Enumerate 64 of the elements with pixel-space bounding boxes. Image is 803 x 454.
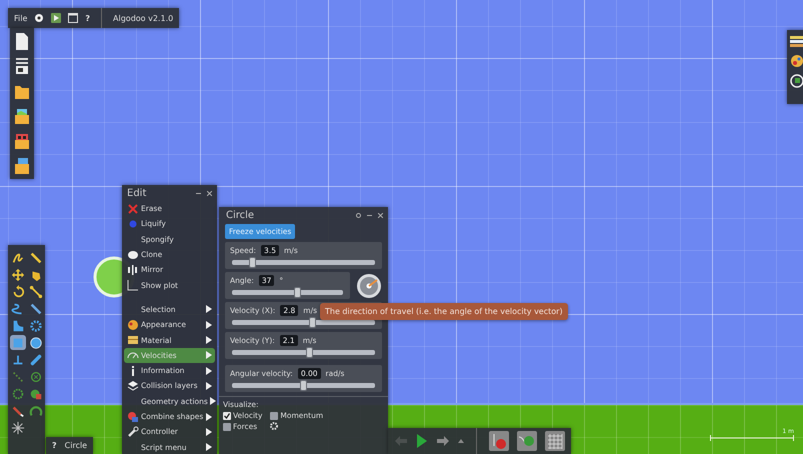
mirror-icon bbox=[127, 264, 139, 276]
play-icon[interactable] bbox=[51, 13, 62, 23]
anchor-icon[interactable] bbox=[10, 352, 24, 366]
pill-icon[interactable] bbox=[28, 352, 42, 366]
blob-icon bbox=[127, 248, 139, 261]
help-button[interactable]: ? bbox=[52, 441, 57, 450]
caret-icon[interactable] bbox=[458, 439, 464, 443]
slider[interactable] bbox=[232, 260, 375, 265]
wheel-icon[interactable] bbox=[28, 404, 42, 418]
version-label: Algodoo v2.1.0 bbox=[113, 14, 174, 22]
minimize-icon[interactable] bbox=[196, 191, 201, 196]
sketch-icon[interactable] bbox=[10, 250, 24, 264]
close-icon[interactable] bbox=[378, 213, 383, 218]
menu-title: Edit bbox=[127, 188, 146, 199]
circle-icon[interactable] bbox=[28, 336, 42, 350]
folder-icon[interactable] bbox=[14, 157, 30, 175]
slider-thumb[interactable] bbox=[300, 380, 307, 391]
checkbox[interactable] bbox=[223, 412, 231, 420]
drawer-icon[interactable] bbox=[14, 57, 30, 75]
help-button[interactable]: ? bbox=[85, 14, 90, 22]
dial-icon[interactable] bbox=[356, 272, 382, 298]
dot-icon bbox=[127, 218, 139, 230]
slider-thumb[interactable] bbox=[306, 347, 313, 358]
minimize-icon[interactable] bbox=[367, 213, 372, 218]
close-icon[interactable] bbox=[207, 191, 212, 196]
panel-title: Circle bbox=[226, 210, 254, 221]
palette-icon bbox=[127, 318, 139, 331]
polygon-icon[interactable] bbox=[10, 318, 24, 332]
checkbox[interactable] bbox=[223, 422, 231, 430]
line-icon[interactable] bbox=[28, 284, 42, 298]
folder-icon[interactable] bbox=[14, 107, 30, 125]
plot-icon bbox=[127, 279, 139, 292]
chain-icon[interactable] bbox=[10, 370, 24, 384]
slider-thumb[interactable] bbox=[308, 317, 316, 328]
file-menu[interactable]: File bbox=[14, 14, 28, 22]
stripes-icon[interactable] bbox=[790, 36, 803, 48]
material-icon bbox=[127, 334, 139, 346]
slider[interactable] bbox=[232, 350, 375, 355]
slider[interactable] bbox=[232, 383, 375, 388]
tool-name: Circle bbox=[64, 441, 88, 450]
document-icon[interactable] bbox=[14, 32, 30, 50]
spring-icon[interactable] bbox=[10, 302, 24, 316]
tooltip: The direction of travel (i.e. the angle of the velocity vector) bbox=[320, 303, 568, 320]
slider[interactable] bbox=[232, 320, 375, 325]
target-icon[interactable] bbox=[28, 370, 42, 384]
move-icon[interactable] bbox=[10, 268, 24, 282]
redo-icon[interactable] bbox=[436, 435, 450, 447]
rod-icon[interactable] bbox=[28, 302, 42, 316]
shapes-icon bbox=[127, 410, 139, 422]
wrench-icon bbox=[127, 426, 139, 438]
ring-icon[interactable] bbox=[10, 386, 24, 400]
palette-icon[interactable] bbox=[790, 54, 803, 68]
cross-icon bbox=[127, 202, 139, 215]
folder-icon[interactable] bbox=[14, 132, 30, 150]
slider-thumb[interactable] bbox=[248, 257, 256, 268]
checkbox[interactable] bbox=[270, 412, 278, 420]
slider[interactable] bbox=[232, 290, 343, 295]
settings-icon[interactable] bbox=[356, 213, 361, 218]
sparkle-icon[interactable] bbox=[10, 420, 24, 434]
slider-thumb[interactable] bbox=[294, 287, 301, 298]
rotate-icon[interactable] bbox=[10, 284, 24, 298]
layers-icon bbox=[127, 380, 139, 392]
window-icon[interactable] bbox=[68, 13, 78, 23]
settings-icon[interactable] bbox=[34, 13, 44, 23]
